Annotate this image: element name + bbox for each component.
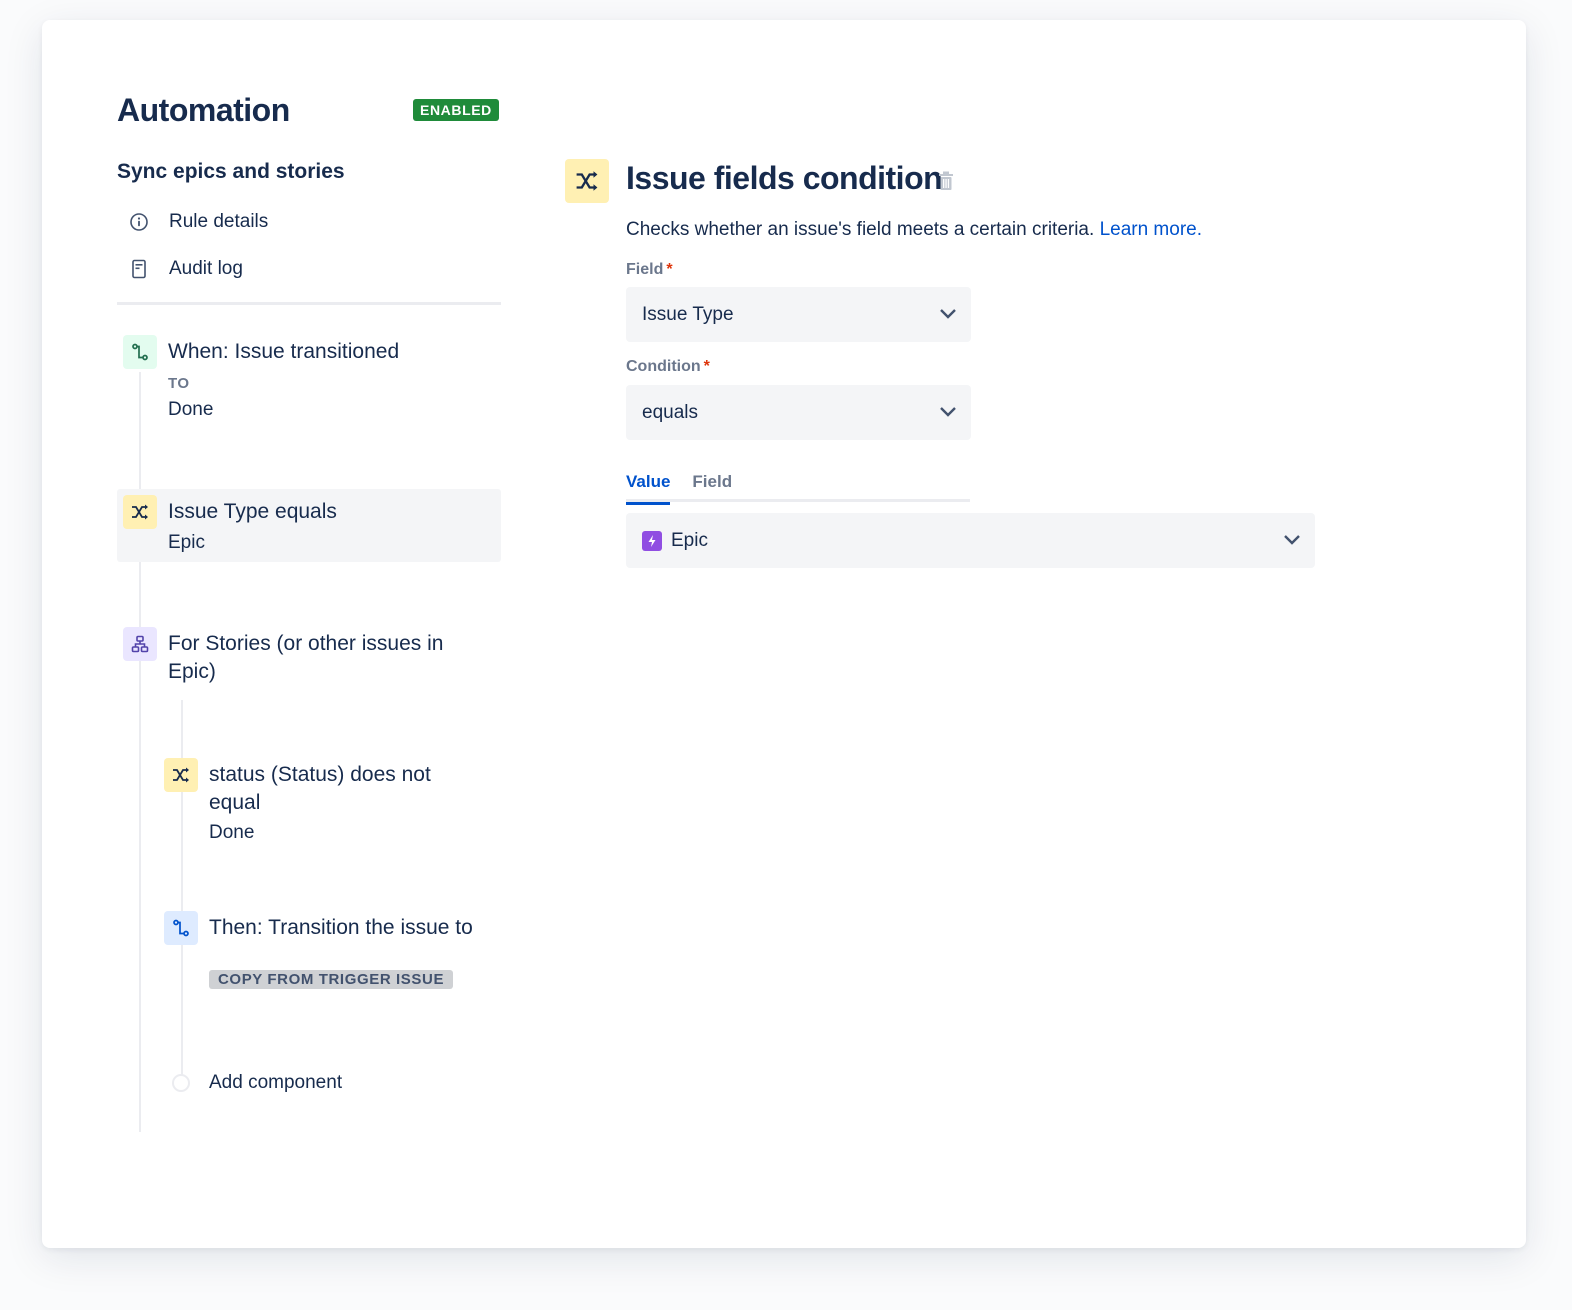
value-select-text: Epic — [671, 529, 708, 551]
copy-from-trigger-lozenge: COPY FROM TRIGGER ISSUE — [209, 970, 454, 989]
info-icon — [127, 212, 151, 232]
nav-rule-details[interactable]: Rule details — [127, 207, 268, 237]
chevron-down-icon — [1283, 530, 1301, 552]
component-action[interactable]: Then: Transition the issue to COPY FROM … — [164, 911, 504, 1001]
transition-icon — [123, 335, 157, 369]
learn-more-link[interactable]: Learn more. — [1100, 219, 1202, 240]
field-select-value: Issue Type — [642, 303, 734, 325]
condition-select-value: equals — [642, 401, 698, 423]
trash-icon — [937, 171, 955, 196]
component-label: TO — [168, 375, 190, 392]
condition-label: Condition * — [626, 358, 710, 375]
divider — [117, 302, 501, 305]
value-field-tabs: Value Field — [626, 470, 970, 505]
component-trigger[interactable]: When: Issue transitioned TO Done — [123, 335, 503, 425]
tab-field[interactable]: Field — [692, 470, 732, 499]
description-text: Checks whether an issue's field meets a … — [626, 219, 1095, 240]
transition-icon — [164, 911, 198, 945]
component-title: status (Status) does not equal — [209, 763, 431, 814]
component-title: For Stories (or other issues in Epic) — [168, 632, 444, 683]
page-title: Automation — [117, 92, 290, 128]
automation-card: Automation ENABLED Sync epics and storie… — [42, 20, 1526, 1248]
component-value: Done — [209, 822, 255, 843]
value-select[interactable]: Epic — [626, 513, 1315, 568]
hierarchy-icon — [123, 627, 157, 661]
add-component-label: Add component — [209, 1072, 343, 1093]
nav-label: Rule details — [169, 211, 269, 232]
component-title: Then: Transition the issue to — [209, 916, 473, 939]
epic-lightning-icon — [642, 530, 662, 551]
component-value: Done — [168, 399, 214, 420]
chevron-down-icon — [939, 304, 957, 326]
rule-name: Sync epics and stories — [117, 160, 345, 183]
add-component-button[interactable]: Add component — [172, 1070, 342, 1096]
delete-button[interactable] — [937, 170, 955, 197]
nav-label: Audit log — [169, 258, 243, 279]
status-badge: ENABLED — [413, 99, 499, 121]
shuffle-icon — [164, 758, 198, 792]
field-label: Field * — [626, 261, 673, 278]
component-value: Epic — [168, 532, 205, 553]
field-select[interactable]: Issue Type — [626, 287, 971, 342]
required-mark: * — [703, 358, 710, 375]
chevron-down-icon — [939, 402, 957, 424]
component-nested-condition[interactable]: status (Status) does not equal Done — [164, 758, 504, 848]
required-mark: * — [666, 261, 673, 278]
timeline-line — [139, 372, 141, 1132]
shuffle-icon — [123, 495, 157, 529]
panel-description: Checks whether an issue's field meets a … — [626, 219, 1202, 241]
panel-title: Issue fields condition — [626, 160, 943, 196]
tab-value[interactable]: Value — [626, 470, 671, 505]
nav-audit-log[interactable]: Audit log — [127, 254, 243, 284]
document-icon — [127, 259, 151, 279]
value-select-content: Epic — [642, 530, 708, 552]
component-title: When: Issue transitioned — [168, 340, 400, 363]
add-circle-icon — [172, 1074, 190, 1092]
condition-select[interactable]: equals — [626, 385, 971, 440]
shuffle-icon — [565, 159, 609, 203]
component-condition-selected[interactable]: Issue Type equals Epic — [123, 495, 501, 561]
component-branch[interactable]: For Stories (or other issues in Epic) — [123, 627, 503, 697]
component-title: Issue Type equals — [168, 500, 337, 523]
